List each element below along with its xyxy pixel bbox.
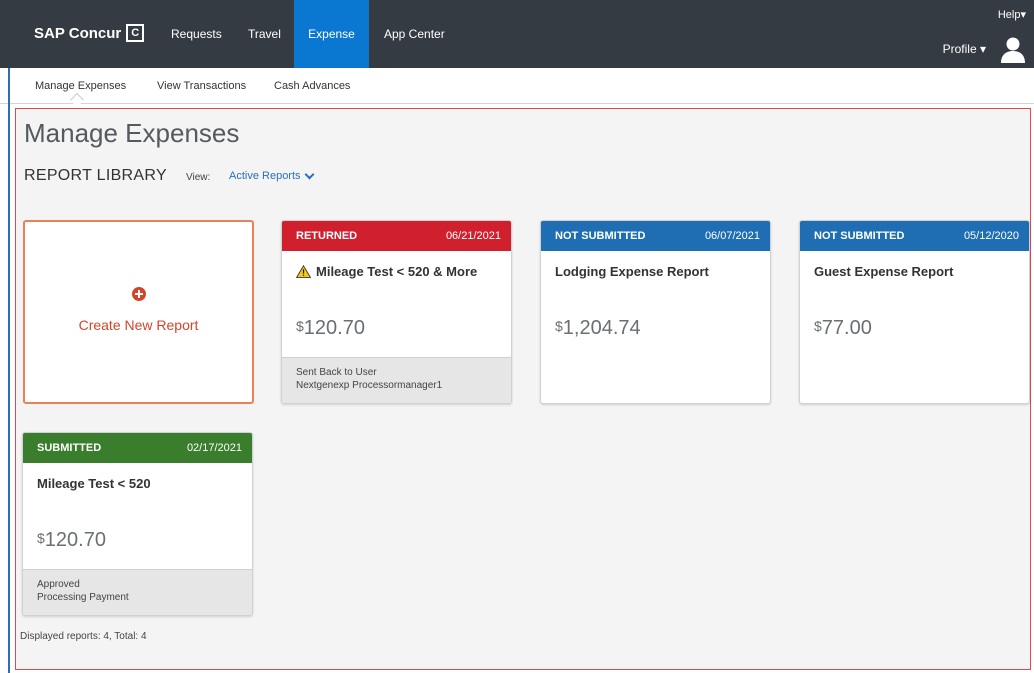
report-card[interactable]: RETURNED 06/21/2021 Mileage Test < 520 &… [281, 220, 512, 404]
report-library-heading: REPORT LIBRARY [24, 167, 167, 184]
report-name-row: Mileage Test < 520 & More [296, 264, 477, 279]
subnav-manage-expenses[interactable]: Manage Expenses [35, 80, 126, 92]
concur-logo-icon: C [126, 24, 145, 42]
report-card-header: SUBMITTED 02/17/2021 [23, 433, 252, 463]
report-date: 06/21/2021 [445, 230, 501, 242]
report-footer-line: Approved [37, 579, 80, 590]
create-new-report-card[interactable]: Create New Report [23, 220, 254, 404]
currency-symbol: $ [37, 530, 45, 546]
create-new-report-label: Create New Report [78, 317, 199, 333]
brand-logo[interactable]: SAP Concur C [34, 24, 145, 42]
nav-expense[interactable]: Expense [294, 0, 369, 68]
report-card[interactable]: SUBMITTED 02/17/2021 Mileage Test < 520 … [22, 432, 253, 616]
profile-menu[interactable]: Profile ▾ [943, 42, 986, 56]
report-status: RETURNED [296, 230, 358, 242]
help-menu[interactable]: Help▾ [998, 8, 1026, 21]
amount-value: 77.00 [821, 317, 872, 339]
report-card[interactable]: NOT SUBMITTED 05/12/2020 Guest Expense R… [799, 220, 1030, 404]
report-date: 05/12/2020 [963, 230, 1019, 242]
report-name: Guest Expense Report [814, 264, 954, 279]
report-date: 02/17/2021 [186, 442, 242, 454]
report-name-row: Guest Expense Report [814, 264, 953, 279]
report-card[interactable]: NOT SUBMITTED 06/07/2021 Lodging Expense… [540, 220, 771, 404]
report-card-header: RETURNED 06/21/2021 [282, 221, 511, 251]
report-name-row: Lodging Expense Report [555, 264, 709, 279]
subnav-view-transactions[interactable]: View Transactions [157, 80, 246, 92]
left-accent-rail [8, 68, 10, 673]
report-amount: $77.00 [814, 317, 872, 340]
sub-nav: Manage Expenses View Transactions Cash A… [0, 68, 1034, 104]
plus-circle-icon [132, 287, 146, 301]
currency-symbol: $ [555, 318, 563, 334]
warning-icon [296, 265, 311, 278]
report-card-header: NOT SUBMITTED 06/07/2021 [541, 221, 770, 251]
report-name: Mileage Test < 520 & More [316, 264, 478, 279]
amount-value: 120.70 [303, 317, 365, 339]
report-footer-line: Nextgenexp Processormanager1 [296, 380, 443, 391]
report-card-header: NOT SUBMITTED 05/12/2020 [800, 221, 1029, 251]
report-card-footer: Approved Processing Payment [23, 569, 252, 615]
report-status: NOT SUBMITTED [814, 230, 905, 242]
page-title: Manage Expenses [24, 118, 240, 148]
report-name: Lodging Expense Report [555, 264, 709, 279]
view-label: View: [186, 172, 211, 183]
nav-travel[interactable]: Travel [235, 0, 294, 68]
nav-app-center[interactable]: App Center [371, 0, 458, 68]
report-status: NOT SUBMITTED [555, 230, 646, 242]
currency-symbol: $ [296, 318, 304, 334]
report-status: SUBMITTED [37, 442, 102, 454]
report-amount: $1,204.74 [555, 317, 641, 340]
view-filter-value: Active Reports [229, 170, 301, 182]
amount-value: 1,204.74 [562, 317, 641, 339]
report-amount: $120.70 [37, 529, 106, 552]
report-name: Mileage Test < 520 [37, 476, 151, 491]
chevron-down-icon [304, 169, 314, 179]
brand-name: SAP Concur [34, 24, 122, 42]
report-footer-line: Sent Back to User [296, 367, 377, 378]
report-amount: $120.70 [296, 317, 365, 340]
user-avatar-icon[interactable] [1000, 36, 1026, 64]
report-name-row: Mileage Test < 520 [37, 476, 151, 491]
report-card-footer: Sent Back to User Nextgenexp Processorma… [282, 357, 511, 403]
amount-value: 120.70 [44, 529, 106, 551]
currency-symbol: $ [814, 318, 822, 334]
view-filter-dropdown[interactable]: Active Reports [229, 169, 314, 182]
subnav-cash-advances[interactable]: Cash Advances [274, 80, 350, 92]
report-count-text: Displayed reports: 4, Total: 4 [20, 631, 147, 642]
report-date: 06/07/2021 [704, 230, 760, 242]
report-footer-line: Processing Payment [37, 592, 129, 603]
nav-requests[interactable]: Requests [158, 0, 235, 68]
top-nav-bar: SAP Concur C Requests Travel Expense App… [0, 0, 1034, 68]
